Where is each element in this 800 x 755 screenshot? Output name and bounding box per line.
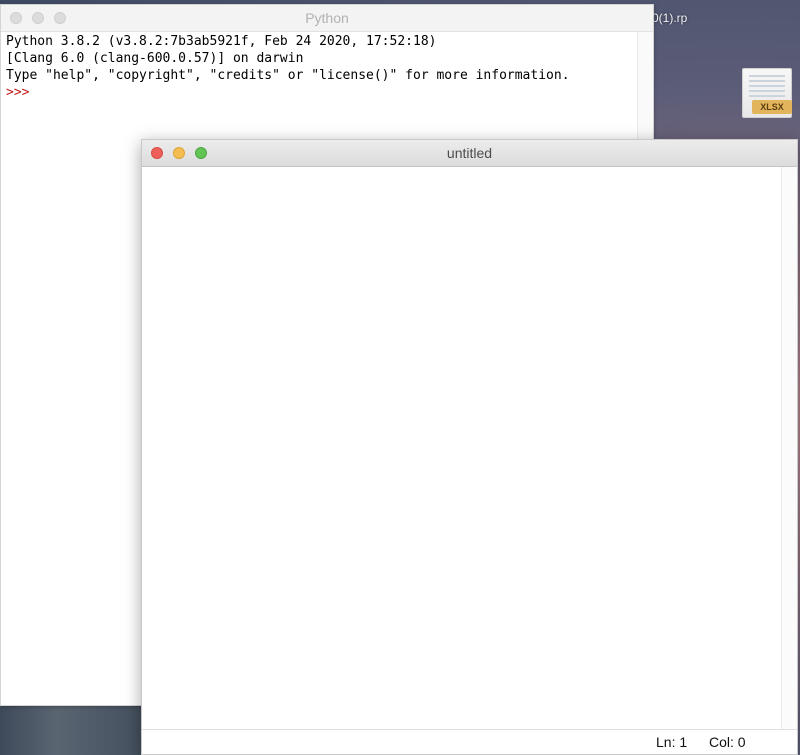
shell-window-title: Python xyxy=(305,10,349,26)
xlsx-file-icon[interactable]: XLSX xyxy=(740,68,796,118)
desktop-file-label[interactable]: 0(1).rp xyxy=(652,11,712,27)
editor-text-area[interactable] xyxy=(142,167,781,730)
editor-window[interactable]: untitled Ln: 1 Col: 0 xyxy=(141,139,798,755)
editor-titlebar[interactable]: untitled xyxy=(142,140,797,167)
shell-titlebar[interactable]: Python xyxy=(1,5,653,32)
editor-status-bar: Ln: 1 Col: 0 xyxy=(142,729,797,754)
desktop-bottom-strip xyxy=(0,705,142,755)
shell-line: Python 3.8.2 (v3.8.2:7b3ab5921f, Feb 24 … xyxy=(6,34,437,49)
xlsx-badge: XLSX xyxy=(752,100,792,114)
shell-prompt[interactable]: >>> xyxy=(6,84,637,101)
editor-scrollbar[interactable] xyxy=(781,167,797,730)
status-line-number: Ln: 1 xyxy=(656,734,688,750)
status-column-number: Col: 0 xyxy=(709,734,746,750)
shell-line: [Clang 6.0 (clang-600.0.57)] on darwin xyxy=(6,51,304,66)
shell-line: Type "help", "copyright", "credits" or "… xyxy=(6,68,570,83)
shell-output[interactable]: Python 3.8.2 (v3.8.2:7b3ab5921f, Feb 24 … xyxy=(6,33,637,101)
editor-window-title: untitled xyxy=(446,145,493,161)
